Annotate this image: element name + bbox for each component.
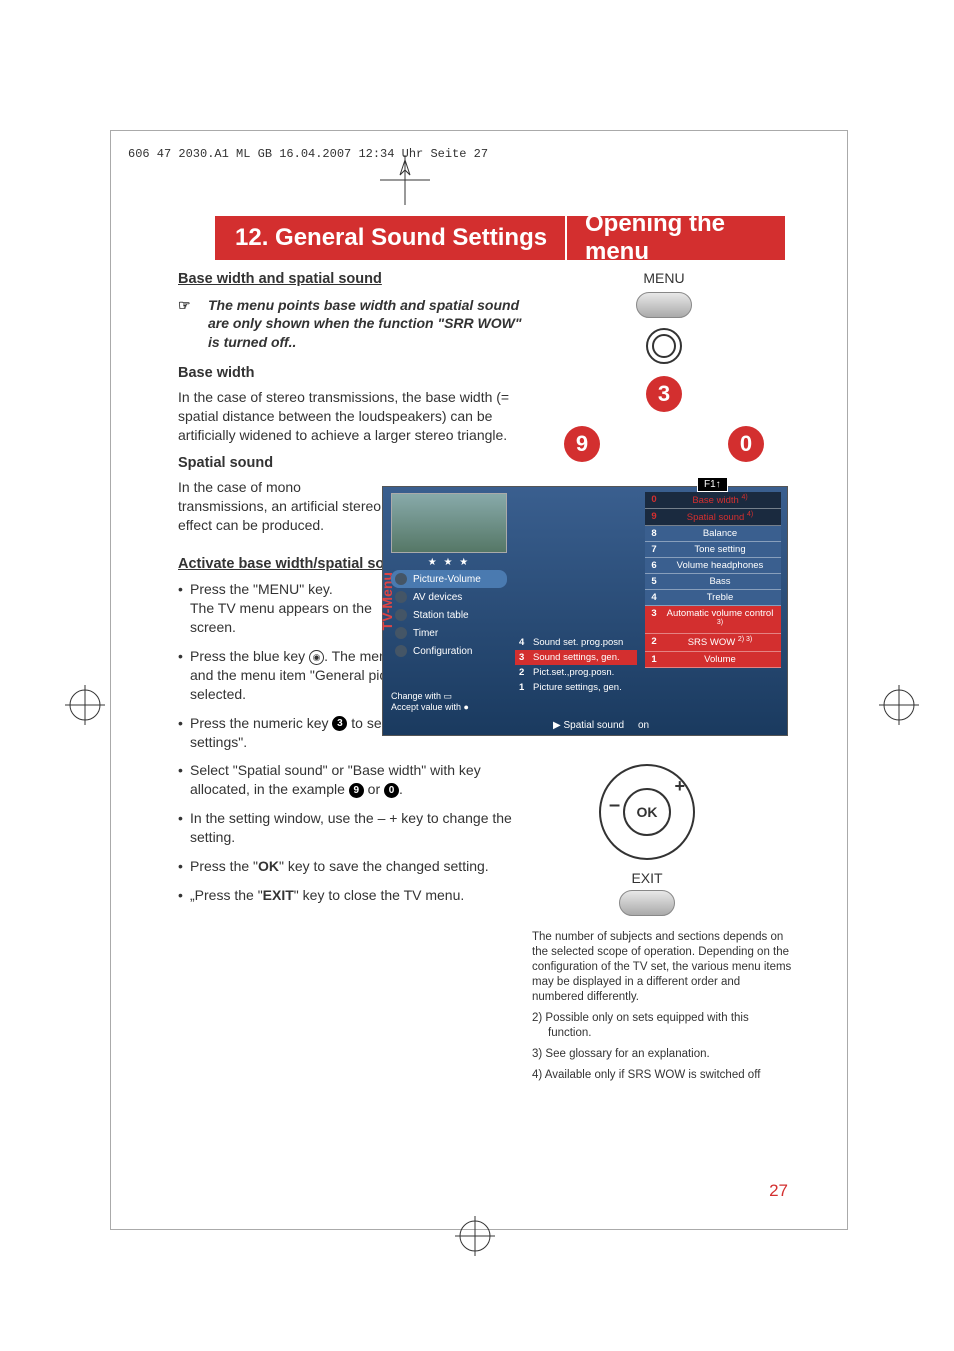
- tv-col2-item: 1Picture settings, gen.: [515, 680, 637, 695]
- big-key-3: 3: [646, 376, 682, 412]
- big-key-0: 0: [728, 426, 764, 462]
- step-4: Select "Spatial sound" or "Base width" w…: [178, 761, 528, 799]
- tv-col3-item: 7Tone setting: [645, 542, 781, 558]
- step-7: „Press the "EXIT" key to close the TV me…: [178, 886, 528, 905]
- tv-menu-screenshot: TV-Menu ★ ★ ★ Picture-VolumeAV devicesSt…: [382, 486, 788, 736]
- menu-label: MENU: [544, 270, 784, 286]
- footnote-4: 4) Available only if SRS WOW is switched…: [532, 1068, 792, 1083]
- plus-icon: +: [674, 776, 685, 797]
- remote-diagram: MENU 3 9 0: [544, 270, 784, 462]
- blue-key-icon: ◉: [309, 650, 324, 665]
- tv-col3-item: 6Volume headphones: [645, 558, 781, 574]
- registration-mark-bottom: [450, 1211, 500, 1261]
- tv-col3-item: 9Spatial sound 4): [645, 509, 781, 526]
- tv-spatial-status: ▶ Spatial sound on: [553, 720, 649, 731]
- menu-button-icon: [636, 292, 692, 318]
- note-text: The menu points base width and spatial s…: [208, 297, 522, 351]
- ok-remote-diagram: – + OK EXIT: [582, 764, 712, 926]
- key-0-badge: 0: [384, 783, 399, 798]
- page-number: 27: [769, 1181, 788, 1201]
- heading-base-spatial: Base width and spatial sound: [178, 270, 528, 290]
- key-3-badge: 3: [332, 716, 347, 731]
- section-title: Opening the menu: [585, 210, 785, 266]
- footnotes: The number of subjects and sections depe…: [532, 930, 792, 1088]
- tv-col1-item: Timer: [391, 624, 507, 642]
- bullet-icon: [395, 627, 407, 639]
- bullet-icon: [395, 573, 407, 585]
- print-header: 606 47 2030.A1 ML GB 16.04.2007 12:34 Uh…: [128, 147, 488, 161]
- para-base-width: In the case of stereo transmissions, the…: [178, 388, 528, 445]
- ok-button: OK: [623, 788, 671, 836]
- key-9-badge: 9: [349, 783, 364, 798]
- tv-col1-item: Station table: [391, 606, 507, 624]
- bullet-icon: [395, 591, 407, 603]
- tv-col3-item: 1Volume: [645, 652, 781, 668]
- tv-col2-item: 4Sound set. prog.posn: [515, 635, 637, 650]
- ring-button-icon: [646, 328, 682, 364]
- tv-stars: ★ ★ ★: [391, 557, 507, 568]
- subhead-spatial: Spatial sound: [178, 454, 528, 474]
- chapter-title: 12. General Sound Settings: [215, 224, 547, 252]
- tv-col1-item: AV devices: [391, 588, 507, 606]
- f1-tab: F1↑: [697, 477, 728, 492]
- tv-preview-image: [391, 493, 507, 553]
- step-6: Press the "OK" key to save the changed s…: [178, 857, 528, 876]
- registration-mark-right: [874, 680, 924, 730]
- para-spatial: In the case of mono transmissions, an ar…: [178, 478, 388, 535]
- footnote-main: The number of subjects and sections depe…: [532, 930, 792, 1005]
- big-key-9: 9: [564, 426, 600, 462]
- tv-col2-item: 3Sound settings, gen.: [515, 650, 637, 665]
- registration-mark-top: [380, 155, 430, 205]
- bullet-icon: [395, 645, 407, 657]
- tv-menu-col1: ★ ★ ★ Picture-VolumeAV devicesStation ta…: [391, 493, 507, 660]
- play-arrow-icon: ▶: [553, 720, 561, 731]
- tv-col3-item: 0Base width 4): [645, 492, 781, 509]
- tv-col3-item: 5Bass: [645, 574, 781, 590]
- pointing-hand-icon: ☞: [178, 296, 191, 315]
- tv-col3-item: 2SRS WOW 2) 3): [645, 634, 781, 651]
- footnote-2: 2) Possible only on sets equipped with t…: [532, 1011, 792, 1041]
- bullet-icon: [395, 609, 407, 621]
- registration-mark-left: [60, 680, 110, 730]
- tv-col3-item: 3Automatic volume control 3): [645, 606, 781, 634]
- minus-icon: –: [609, 794, 620, 817]
- step-1: Press the "MENU" key. The TV menu appear…: [178, 580, 388, 637]
- ok-ring: – + OK: [599, 764, 695, 860]
- tv-col3-item: 4Treble: [645, 590, 781, 606]
- tv-menu-col3: F1↑ 0Base width 4)9Spatial sound 4)8Bala…: [645, 477, 781, 668]
- title-bar: 12. General Sound Settings Opening the m…: [215, 216, 785, 260]
- step-5: In the setting window, use the – + key t…: [178, 809, 528, 847]
- tv-col1-item: Configuration: [391, 642, 507, 660]
- subhead-base-width: Base width: [178, 364, 528, 384]
- tv-menu-col2: 4Sound set. prog.posn3Sound settings, ge…: [515, 635, 637, 695]
- exit-label: EXIT: [582, 870, 712, 886]
- tv-col2-item: 2Pict.set.,prog.posn.: [515, 665, 637, 680]
- exit-button-icon: [619, 890, 675, 916]
- footnote-3: 3) See glossary for an explanation.: [532, 1047, 792, 1062]
- note-block: ☞ The menu points base width and spatial…: [178, 296, 528, 353]
- tv-col1-item: Picture-Volume: [391, 570, 507, 588]
- title-separator: [565, 216, 567, 260]
- tv-col3-item: 8Balance: [645, 526, 781, 542]
- tv-footer: Change with ▭ Accept value with ●: [391, 691, 469, 713]
